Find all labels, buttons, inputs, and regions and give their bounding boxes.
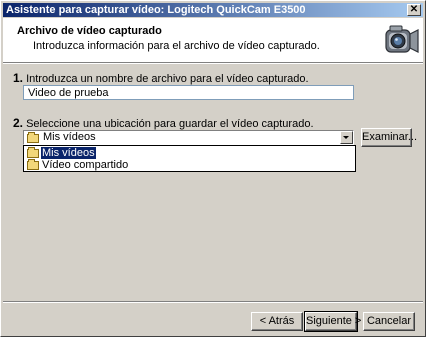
folder-icon xyxy=(27,132,39,143)
location-selected: Mis vídeos xyxy=(43,131,96,143)
window-title: Asistente para capturar vídeo: Logitech … xyxy=(6,4,306,16)
back-button[interactable]: < Atrás xyxy=(251,312,303,331)
filename-value: Video de prueba xyxy=(28,87,109,99)
step-1-text: Introduzca un nombre de archivo para el … xyxy=(26,73,309,85)
footer-divider xyxy=(3,301,423,303)
step-2-number: 2. xyxy=(13,116,24,130)
step-1-label: 1. Introduzca un nombre de archivo para … xyxy=(13,71,309,85)
location-dropdown-list[interactable]: Mis vídeos Vídeo compartido xyxy=(23,145,356,172)
close-button[interactable]: ✕ xyxy=(407,4,421,16)
header-divider xyxy=(3,63,423,64)
wizard-window: Asistente para capturar vídeo: Logitech … xyxy=(0,0,426,337)
browse-button[interactable]: Examinar... xyxy=(361,128,417,147)
step-2-label: 2. Seleccione una ubicación para guardar… xyxy=(13,116,314,130)
folder-icon xyxy=(27,159,39,170)
cancel-button[interactable]: Cancelar xyxy=(363,312,415,331)
step-2-text: Seleccione una ubicación para guardar el… xyxy=(26,118,314,130)
folder-icon xyxy=(27,147,39,158)
page-subtitle: Introduzca información para el archivo d… xyxy=(33,40,320,52)
filename-input[interactable]: Video de prueba xyxy=(23,85,354,100)
step-1-number: 1. xyxy=(13,71,24,85)
camera-icon xyxy=(385,25,419,53)
title-bar[interactable]: Asistente para capturar vídeo: Logitech … xyxy=(3,3,423,17)
chevron-down-icon[interactable] xyxy=(340,131,353,144)
page-title: Archivo de vídeo capturado xyxy=(17,25,162,37)
list-item-label: Mis vídeos xyxy=(41,147,96,159)
location-select[interactable]: Mis vídeos xyxy=(23,130,354,145)
list-item-label: Vídeo compartido xyxy=(42,159,129,171)
wizard-header: Archivo de vídeo capturado Introduzca in… xyxy=(3,18,423,63)
next-button[interactable]: Siguiente > xyxy=(304,311,361,332)
